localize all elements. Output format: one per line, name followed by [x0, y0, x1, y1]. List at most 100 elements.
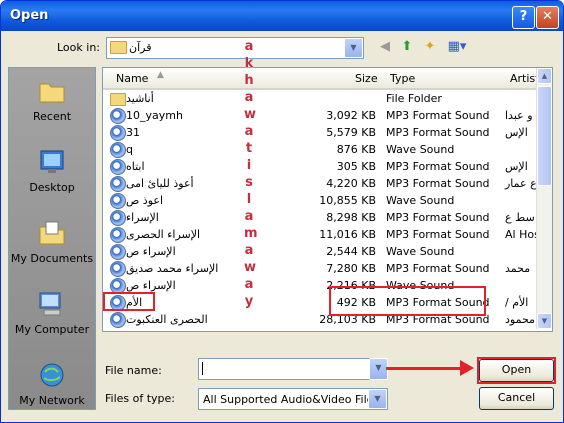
- table-row[interactable]: 31 5,579 KB MP3 Format Sound الإس: [103, 124, 536, 141]
- file-name-cell: q: [126, 143, 133, 156]
- scroll-thumb[interactable]: [537, 86, 552, 186]
- scroll-down-icon[interactable]: ▼: [537, 313, 552, 329]
- file-size-cell: 7,280 KB: [326, 262, 376, 275]
- file-size-cell: 5,579 KB: [326, 126, 376, 139]
- help-button[interactable]: ?: [512, 6, 535, 29]
- up-folder-icon[interactable]: ⬆: [398, 38, 416, 56]
- place-my-documents[interactable]: My Documents: [9, 212, 95, 280]
- audio-file-icon: [110, 210, 126, 226]
- file-size-cell: 8,298 KB: [326, 211, 376, 224]
- watermark-letter: i: [246, 158, 252, 173]
- file-artist-cell: الإس: [505, 126, 528, 139]
- watermark-letter: h: [244, 73, 254, 88]
- column-header-name[interactable]: Name: [116, 72, 148, 85]
- file-size-cell: 876 KB: [336, 143, 376, 156]
- table-row[interactable]: 10_yaymh 3,092 KB MP3 Format Sound و عبدا: [103, 107, 536, 124]
- file-type-cell: Wave Sound: [386, 143, 455, 156]
- table-row[interactable]: أعوذ لليائ امى 4,220 KB MP3 Format Sound ع …: [103, 175, 537, 192]
- watermark-letter: k: [244, 56, 254, 71]
- chevron-down-icon[interactable]: ▼: [344, 38, 363, 58]
- place-recent[interactable]: Recent: [9, 70, 95, 138]
- table-row[interactable]: الإسراء الحصرى 11,016 KB MP3 Format Sound A…: [103, 226, 540, 243]
- column-header-size[interactable]: Size: [355, 72, 378, 85]
- recent-folder-icon: [39, 83, 65, 103]
- annotation-highlight-name: [103, 292, 155, 311]
- file-name-cell: ابتاه: [126, 160, 145, 173]
- watermark-letter: m: [244, 226, 258, 241]
- file-artist-cell: ع عمار: [505, 177, 537, 190]
- audio-file-icon: [110, 261, 126, 277]
- table-row[interactable]: اعوذ ص 10,855 KB Wave Sound: [103, 192, 536, 209]
- file-artist-cell: محمد: [505, 262, 531, 275]
- file-name-cell: الحصرى العنكبوت: [126, 313, 208, 326]
- files-of-type-select[interactable]: All Supported Audio&Video Files ▼: [198, 388, 388, 410]
- chevron-down-icon[interactable]: ▼: [368, 389, 387, 409]
- place-label: My Computer: [14, 323, 90, 336]
- close-button[interactable]: ✕: [536, 6, 559, 29]
- annotation-arrow-head: [460, 360, 474, 376]
- list-header: Name ▲ Size Type Artist: [103, 68, 539, 90]
- files-of-type-label: Files of type:: [105, 392, 176, 405]
- files-of-type-value: All Supported Audio&Video Files: [203, 393, 380, 406]
- place-my-network[interactable]: My Network: [9, 354, 95, 422]
- audio-file-icon: [110, 193, 126, 209]
- place-label: My Network: [19, 394, 85, 407]
- file-artist-cell: و عبدا: [505, 109, 533, 122]
- my-network-icon: [40, 363, 64, 387]
- new-folder-icon[interactable]: ✦: [421, 38, 439, 56]
- my-documents-icon: [39, 221, 65, 245]
- file-type-cell: MP3 Format Sound: [386, 126, 490, 139]
- table-row[interactable]: أناشيد File Folder: [103, 90, 536, 107]
- watermark-letter: t: [245, 141, 253, 156]
- file-artist-cell: سط ع: [505, 211, 535, 224]
- place-desktop[interactable]: Desktop: [9, 141, 95, 209]
- file-name-cell: 10_yaymh: [126, 109, 183, 122]
- desktop-icon: [40, 150, 64, 173]
- table-row[interactable]: ابتاه 305 KB MP3 Format Sound الإس: [103, 158, 536, 175]
- file-type-cell: File Folder: [386, 92, 442, 105]
- file-name-cell: الإسراء ص: [126, 279, 176, 292]
- file-type-cell: Wave Sound: [386, 194, 455, 207]
- audio-file-icon: [110, 176, 126, 192]
- text-caret: [202, 362, 203, 375]
- watermark-letter: l: [246, 192, 252, 207]
- watermark-letter: a: [244, 124, 254, 139]
- annotation-highlight-open: [477, 357, 556, 384]
- look-in-combo[interactable]: قرآن ▼: [106, 37, 364, 59]
- file-name-cell: الإسراء الحصرى: [126, 228, 201, 241]
- place-my-computer[interactable]: My Computer: [9, 283, 95, 351]
- audio-file-icon: [110, 244, 126, 260]
- file-type-cell: MP3 Format Sound: [386, 211, 490, 224]
- file-name-cell: الإسراء ص: [126, 245, 176, 258]
- file-type-cell: MP3 Format Sound: [386, 177, 490, 190]
- file-artist-cell: / الأم: [505, 296, 529, 309]
- file-artist-cell: محمود: [505, 313, 535, 326]
- watermark-letter: w: [244, 107, 257, 122]
- table-row[interactable]: الإسراء ص 2,544 KB Wave Sound: [103, 243, 536, 260]
- place-label: My Documents: [10, 252, 94, 265]
- views-menu-icon[interactable]: ▦▾: [445, 38, 469, 56]
- vertical-scrollbar[interactable]: ▲ ▼: [536, 68, 552, 329]
- column-header-type[interactable]: Type: [390, 72, 415, 85]
- audio-file-icon: [110, 312, 126, 328]
- audio-file-icon: [110, 108, 126, 124]
- scroll-up-icon[interactable]: ▲: [537, 68, 552, 84]
- file-type-cell: MP3 Format Sound: [386, 262, 490, 275]
- audio-file-icon: [110, 159, 126, 175]
- table-row[interactable]: الإسراء محمد صديق 7,280 KB MP3 Format Soun…: [103, 260, 536, 277]
- watermark-letter: a: [244, 39, 254, 54]
- back-icon[interactable]: ◀: [376, 38, 394, 56]
- watermark-letter: y: [244, 294, 254, 309]
- folder-icon: [110, 93, 126, 106]
- file-name-input[interactable]: [198, 358, 375, 380]
- audio-file-icon: [110, 227, 126, 243]
- audio-file-icon: [110, 142, 126, 158]
- watermark-letter: w: [244, 260, 257, 275]
- table-row[interactable]: q 876 KB Wave Sound: [103, 141, 536, 158]
- sort-up-icon: ▲: [157, 70, 164, 80]
- place-label: Recent: [32, 110, 72, 123]
- window-title: Open: [10, 8, 49, 23]
- file-type-cell: MP3 Format Sound: [386, 228, 490, 241]
- cancel-button[interactable]: Cancel: [479, 387, 554, 410]
- table-row[interactable]: الإسراء 8,298 KB MP3 Format Sound سط ع: [103, 209, 536, 226]
